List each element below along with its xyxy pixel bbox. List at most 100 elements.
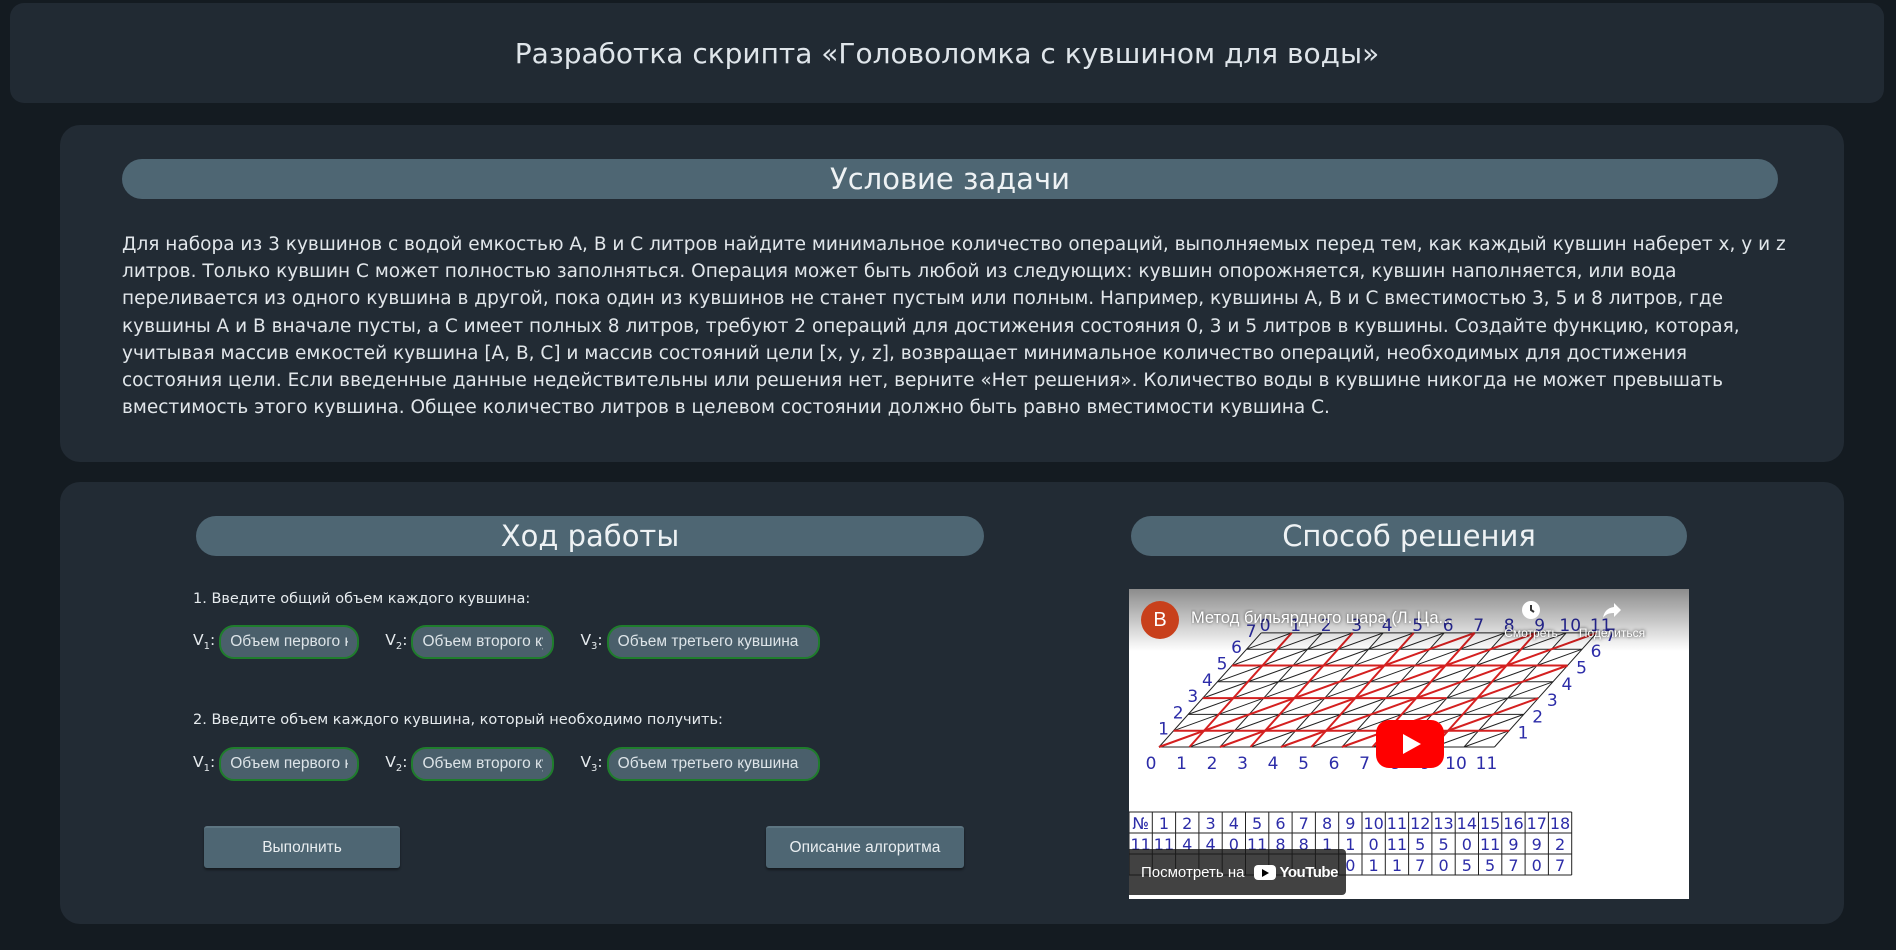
table-cell: 9 <box>1532 835 1542 854</box>
table-cell: 11 <box>1387 835 1407 854</box>
table-header-cell: 12 <box>1410 814 1430 833</box>
axis-label-bottom: 6 <box>1329 754 1340 774</box>
table-header-cell: 10 <box>1363 814 1383 833</box>
axis-label-right: 4 <box>1561 675 1572 695</box>
step2-label: 2. Введите объем каждого кувшина, которы… <box>193 712 723 728</box>
target-input-3[interactable] <box>606 747 820 781</box>
task-title: Условие задачи <box>830 162 1070 196</box>
watch-on-label: Посмотреть на <box>1141 863 1245 881</box>
step1-label: 1. Введите общий объем каждого кувшина: <box>193 591 531 607</box>
table-header-cell: 18 <box>1550 814 1570 833</box>
axis-label-left: 5 <box>1217 655 1228 675</box>
table-cell: 0 <box>1369 835 1379 854</box>
table-header-cell: № <box>1132 814 1149 833</box>
table-header-cell: 3 <box>1205 814 1215 833</box>
axis-label-bottom: 5 <box>1298 754 1309 774</box>
axis-label-left: 4 <box>1202 671 1213 691</box>
target-input-2[interactable] <box>411 747 555 781</box>
work-title: Ход работы <box>500 519 680 553</box>
table-header-cell: 2 <box>1182 814 1192 833</box>
table-cell: 5 <box>1462 856 1472 875</box>
v2-label: V2: <box>385 631 408 653</box>
video-title[interactable]: Метод бильярдного шара (Л. Ца... <box>1191 609 1481 628</box>
axis-label-bottom: 7 <box>1359 754 1370 774</box>
table-header-cell: 9 <box>1345 814 1355 833</box>
axis-label-left: 1 <box>1158 720 1169 740</box>
axis-label-bottom: 0 <box>1146 754 1157 774</box>
table-cell: 0 <box>1462 835 1472 854</box>
table-cell: 5 <box>1438 835 1448 854</box>
axis-label-bottom: 11 <box>1476 754 1498 774</box>
watch-later-label: Смотреть <box>1504 626 1558 640</box>
task-description: Для набора из 3 кувшинов с водой емкость… <box>122 234 1786 419</box>
table-header-cell: 13 <box>1433 814 1453 833</box>
play-icon <box>1376 720 1444 768</box>
target-input-1[interactable] <box>219 747 360 781</box>
axis-label-bottom: 3 <box>1237 754 1248 774</box>
axis-label-left: 3 <box>1187 687 1198 707</box>
task-panel: Условие задачи Для набора из 3 кувшинов … <box>60 125 1844 462</box>
axis-label-bottom: 2 <box>1207 754 1218 774</box>
table-header-cell: 5 <box>1252 814 1262 833</box>
youtube-logo-icon: YouTube <box>1254 864 1338 881</box>
page-header: Разработка скрипта «Головоломка с кувшин… <box>10 3 1884 103</box>
share-button[interactable]: Поделиться <box>1577 599 1647 640</box>
capacity-input-3[interactable] <box>606 625 820 659</box>
table-cell: 7 <box>1555 856 1565 875</box>
channel-avatar[interactable]: В <box>1141 601 1179 639</box>
watch-on-youtube-button[interactable]: Посмотреть на YouTube <box>1129 849 1346 895</box>
video-embed[interactable]: 0123456789101101234567891011123456712345… <box>1129 589 1689 899</box>
v3-label: V3: <box>580 631 603 653</box>
v1-label: V1: <box>193 753 216 775</box>
table-header-cell: 16 <box>1503 814 1523 833</box>
table-cell: 2 <box>1555 835 1565 854</box>
table-cell: 11 <box>1480 835 1500 854</box>
table-header-cell: 1 <box>1159 814 1169 833</box>
capacity-input-2[interactable] <box>411 625 555 659</box>
axis-label-right: 2 <box>1532 707 1543 727</box>
table-header-cell: 15 <box>1480 814 1500 833</box>
table-cell: 7 <box>1508 856 1518 875</box>
table-header-cell: 14 <box>1457 814 1477 833</box>
watch-later-button[interactable]: Смотреть <box>1496 599 1566 640</box>
clock-icon <box>1520 601 1542 624</box>
task-title-bar: Условие задачи <box>122 159 1778 199</box>
table-cell: 0 <box>1532 856 1542 875</box>
share-icon <box>1601 603 1623 624</box>
table-header-cell: 8 <box>1322 814 1332 833</box>
table-cell: 5 <box>1485 856 1495 875</box>
run-button[interactable]: Выполнить <box>204 826 400 868</box>
v3-label: V3: <box>580 753 603 775</box>
page-title: Разработка скрипта «Головоломка с кувшин… <box>514 36 1380 70</box>
axis-label-bottom: 10 <box>1445 754 1467 774</box>
axis-label-right: 3 <box>1547 691 1558 711</box>
solution-title: Способ решения <box>1282 519 1536 553</box>
axis-label-bottom: 1 <box>1176 754 1187 774</box>
table-header-cell: 4 <box>1229 814 1239 833</box>
share-label: Поделиться <box>1578 626 1646 640</box>
work-title-bar: Ход работы <box>196 516 984 556</box>
v1-label: V1: <box>193 631 216 653</box>
work-panel: Ход работы Способ решения 1. Введите общ… <box>60 482 1844 924</box>
axis-label-bottom: 4 <box>1268 754 1279 774</box>
v2-label: V2: <box>385 753 408 775</box>
table-cell: 1 <box>1392 856 1402 875</box>
capacity-input-1[interactable] <box>219 625 360 659</box>
table-header-cell: 7 <box>1299 814 1309 833</box>
target-row: V1: V2: V3: <box>193 747 820 781</box>
table-header-cell: 11 <box>1387 814 1407 833</box>
table-cell: 0 <box>1345 856 1355 875</box>
table-cell: 1 <box>1369 856 1379 875</box>
axis-label-right: 5 <box>1576 659 1587 679</box>
table-cell: 5 <box>1415 835 1425 854</box>
describe-algorithm-button[interactable]: Описание алгоритма <box>766 826 964 868</box>
axis-label-right: 1 <box>1518 724 1529 744</box>
capacity-row: V1: V2: V3: <box>193 625 820 659</box>
table-header-cell: 6 <box>1275 814 1285 833</box>
table-cell: 9 <box>1508 835 1518 854</box>
table-header-cell: 17 <box>1527 814 1547 833</box>
table-cell: 0 <box>1438 856 1448 875</box>
play-button[interactable] <box>1376 720 1444 768</box>
table-cell: 1 <box>1345 835 1355 854</box>
solution-title-bar: Способ решения <box>1131 516 1687 556</box>
